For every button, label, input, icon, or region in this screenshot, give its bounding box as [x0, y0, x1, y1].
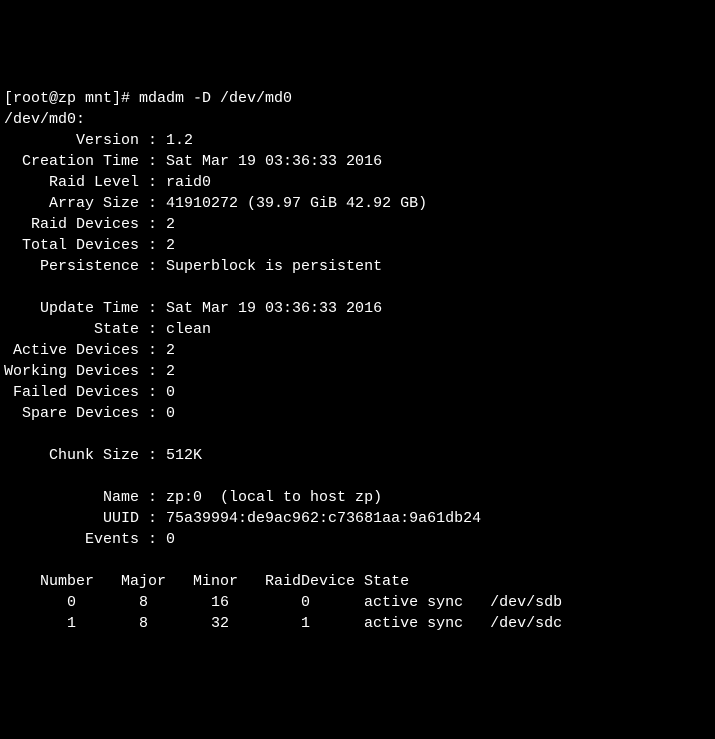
- device-table-row: 1 8 32 1 active sync /dev/sdc: [4, 615, 562, 632]
- uuid-value: 75a39994:de9ac962:c73681aa:9a61db24: [166, 510, 481, 527]
- events-value: 0: [166, 531, 175, 548]
- uuid-label: UUID :: [4, 510, 166, 527]
- command-text: mdadm -D /dev/md0: [139, 90, 292, 107]
- persistence-value: Superblock is persistent: [166, 258, 382, 275]
- chunk-size-value: 512K: [166, 447, 202, 464]
- version-value: 1.2: [166, 132, 193, 149]
- array-size-value: 41910272 (39.97 GiB 42.92 GB): [166, 195, 427, 212]
- failed-devices-label: Failed Devices :: [4, 384, 166, 401]
- creation-time-label: Creation Time :: [4, 153, 166, 170]
- active-devices-value: 2: [166, 342, 175, 359]
- device-header: /dev/md0:: [4, 111, 85, 128]
- update-time-label: Update Time :: [4, 300, 166, 317]
- name-label: Name :: [4, 489, 166, 506]
- raid-level-label: Raid Level :: [4, 174, 166, 191]
- shell-prompt: [root@zp mnt]#: [4, 90, 139, 107]
- active-devices-label: Active Devices :: [4, 342, 166, 359]
- state-label: State :: [4, 321, 166, 338]
- name-value: zp:0 (local to host zp): [166, 489, 382, 506]
- spare-devices-value: 0: [166, 405, 175, 422]
- total-devices-value: 2: [166, 237, 175, 254]
- array-size-label: Array Size :: [4, 195, 166, 212]
- spare-devices-label: Spare Devices :: [4, 405, 166, 422]
- failed-devices-value: 0: [166, 384, 175, 401]
- events-label: Events :: [4, 531, 166, 548]
- device-table-row: 0 8 16 0 active sync /dev/sdb: [4, 594, 562, 611]
- raid-devices-label: Raid Devices :: [4, 216, 166, 233]
- raid-level-value: raid0: [166, 174, 211, 191]
- working-devices-value: 2: [166, 363, 175, 380]
- terminal-output: [root@zp mnt]# mdadm -D /dev/md0 /dev/md…: [4, 88, 711, 634]
- update-time-value: Sat Mar 19 03:36:33 2016: [166, 300, 382, 317]
- version-label: Version :: [4, 132, 166, 149]
- persistence-label: Persistence :: [4, 258, 166, 275]
- working-devices-label: Working Devices :: [4, 363, 166, 380]
- total-devices-label: Total Devices :: [4, 237, 166, 254]
- raid-devices-value: 2: [166, 216, 175, 233]
- creation-time-value: Sat Mar 19 03:36:33 2016: [166, 153, 382, 170]
- device-table-header: Number Major Minor RaidDevice State: [4, 573, 409, 590]
- chunk-size-label: Chunk Size :: [4, 447, 166, 464]
- state-value: clean: [166, 321, 220, 338]
